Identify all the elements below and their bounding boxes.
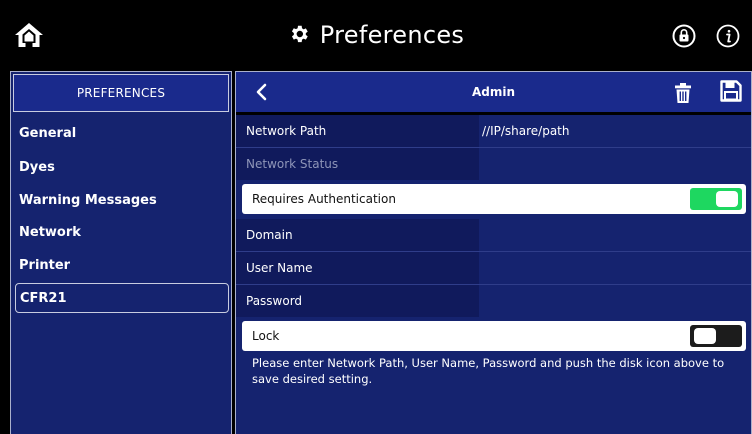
password-label: Password xyxy=(236,285,479,317)
info-icon xyxy=(716,24,740,48)
admin-panel: Admin Network Path //IP/share/path Netwo… xyxy=(235,71,752,434)
lock-toggle[interactable] xyxy=(690,325,742,347)
sidebar-item-dyes[interactable]: Dyes xyxy=(11,153,231,181)
network-path-row: Network Path //IP/share/path xyxy=(236,115,751,147)
requires-authentication-toggle[interactable] xyxy=(690,188,742,210)
gear-icon xyxy=(291,25,308,42)
sidebar-item-network[interactable]: Network xyxy=(11,218,231,246)
page-title: Preferences xyxy=(319,20,465,49)
requires-authentication-row: Requires Authentication xyxy=(242,184,746,214)
sidebar-item-cfr21[interactable]: CFR21 xyxy=(15,283,229,313)
home-button[interactable] xyxy=(14,22,44,48)
network-status-row: Network Status xyxy=(236,148,751,180)
delete-button[interactable] xyxy=(673,82,693,104)
sidebar-item-warning-messages[interactable]: Warning Messages xyxy=(11,186,231,214)
domain-field[interactable] xyxy=(479,219,751,251)
sidebar-item-general[interactable]: General xyxy=(11,119,231,147)
sidebar-item-label: General xyxy=(19,125,77,141)
sidebar-item-printer[interactable]: Printer xyxy=(11,251,231,279)
user-name-label: User Name xyxy=(236,252,479,284)
lock-icon xyxy=(672,24,696,48)
sidebar-item-label: Network xyxy=(19,224,81,240)
sidebar-item-label: Printer xyxy=(19,257,71,273)
panel-header: Admin xyxy=(236,72,751,112)
trash-icon xyxy=(675,83,691,103)
toggle-knob xyxy=(716,191,738,207)
domain-row: Domain xyxy=(236,219,751,251)
user-name-row: User Name xyxy=(236,252,751,284)
lock-label: Lock xyxy=(252,329,280,343)
instruction-text: Please enter Network Path, User Name, Pa… xyxy=(252,356,725,386)
save-button[interactable] xyxy=(720,80,742,102)
lock-button[interactable] xyxy=(672,24,696,48)
sidebar-header: PREFERENCES xyxy=(13,74,229,112)
network-path-field[interactable]: //IP/share/path xyxy=(479,115,751,147)
network-status-label: Network Status xyxy=(236,148,479,180)
home-icon xyxy=(15,23,43,47)
requires-authentication-label: Requires Authentication xyxy=(252,192,396,206)
floppy-disk-icon xyxy=(720,80,742,102)
network-path-label: Network Path xyxy=(236,115,479,147)
chevron-left-icon xyxy=(256,83,267,101)
info-button[interactable] xyxy=(716,24,740,48)
back-button[interactable] xyxy=(254,82,270,102)
domain-label: Domain xyxy=(236,219,479,251)
sidebar-item-label: Dyes xyxy=(19,159,55,175)
lock-row: Lock xyxy=(242,321,746,351)
toggle-knob xyxy=(694,328,716,344)
network-status-value xyxy=(479,148,751,180)
sidebar-item-label: Warning Messages xyxy=(19,192,157,208)
password-field[interactable] xyxy=(479,285,751,317)
top-bar: Preferences xyxy=(0,0,752,69)
preferences-sidebar: PREFERENCES General Dyes Warning Message… xyxy=(10,71,232,434)
password-row: Password xyxy=(236,285,751,317)
user-name-field[interactable] xyxy=(479,252,751,284)
sidebar-item-label: CFR21 xyxy=(20,290,67,306)
